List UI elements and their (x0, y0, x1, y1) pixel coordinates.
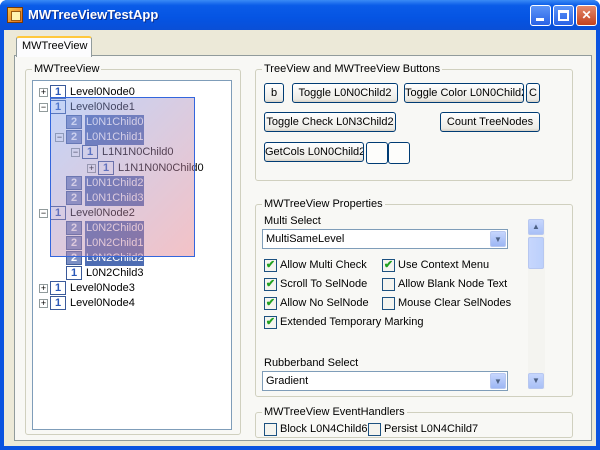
chevron-down-icon[interactable]: ▼ (490, 373, 506, 389)
minimize-button[interactable] (530, 5, 551, 26)
expand-icon[interactable]: + (39, 88, 48, 97)
multi-select-label: Multi Select (264, 215, 321, 227)
collapse-icon[interactable]: − (39, 103, 48, 113)
properties-group: MWTreeView Properties Multi Select Multi… (255, 198, 573, 397)
window-title: MWTreeViewTestApp (28, 7, 159, 22)
checkbox-label: Scroll To SelNode (280, 278, 368, 290)
close-button[interactable]: ✕ (576, 5, 597, 26)
tree-group-title: MWTreeView (32, 63, 102, 76)
checkbox-box[interactable] (382, 278, 395, 291)
checkbox-box[interactable]: ✔ (264, 259, 277, 272)
tree-node-label[interactable]: Level0Node3 (69, 281, 136, 296)
toggle-color-button[interactable]: Toggle Color L0N0Child2 (404, 83, 524, 103)
checkbox-label: Persist L0N4Child7 (384, 423, 479, 435)
tree-group: MWTreeView +1Level0Node0−1Level0Node12L0… (25, 63, 241, 435)
scroll-thumb[interactable] (528, 237, 544, 269)
checkbox-box[interactable]: ✔ (264, 278, 277, 291)
getcols-button[interactable]: GetCols L0N0Child2 (264, 142, 364, 162)
properties-scrollbar[interactable]: ▲ ▼ (528, 219, 545, 389)
tree-node-label[interactable]: L0N2Child3 (85, 266, 144, 281)
multi-select-value: MultiSameLevel (266, 233, 345, 245)
checkbox-box[interactable] (368, 423, 381, 436)
expand-icon[interactable]: + (39, 299, 48, 309)
app-window: MWTreeViewTestApp ✕ MWTreeView MWTreeVie… (0, 0, 600, 450)
checkbox-label: Allow Blank Node Text (398, 278, 508, 290)
color-swatch-2[interactable] (388, 142, 410, 164)
b-button[interactable]: b (264, 83, 284, 103)
checkbox-label: Mouse Clear SelNodes (398, 297, 512, 309)
color-swatch-1[interactable] (366, 142, 388, 164)
checkbox-label: Allow No SelNode (280, 297, 369, 309)
checkbox-box[interactable]: ✔ (382, 259, 395, 272)
chevron-down-icon[interactable]: ▼ (490, 231, 506, 247)
rubberband-select-label: Rubberband Select (264, 357, 359, 369)
rubberband-select-value: Gradient (266, 375, 309, 387)
close-icon: ✕ (581, 8, 592, 22)
multi-select-dropdown[interactable]: MultiSameLevel ▼ (262, 229, 508, 249)
node-level-icon: 1 (50, 296, 66, 311)
minimize-icon (536, 18, 544, 21)
buttons-group: TreeView and MWTreeView Buttons b Toggle… (255, 63, 573, 181)
c-button[interactable]: C (526, 83, 540, 103)
node-level-icon: 1 (50, 281, 66, 296)
toggle-l0n0child2-button[interactable]: Toggle L0N0Child2 (292, 83, 398, 103)
tree-node-label[interactable]: Level0Node4 (69, 296, 136, 311)
scroll-down-icon[interactable]: ▼ (528, 373, 544, 389)
properties-group-title: MWTreeView Properties (262, 198, 385, 211)
checkbox-box[interactable]: ✔ (264, 297, 277, 310)
rubberband-select-dropdown[interactable]: Gradient ▼ (262, 371, 508, 391)
checkbox-label: Use Context Menu (398, 259, 490, 271)
eventhandlers-group: MWTreeView EventHandlers Block L0N4Child… (255, 406, 573, 438)
checkbox-label: Allow Multi Check (280, 259, 367, 271)
client-area: MWTreeView MWTreeView +1Level0Node0−1Lev… (4, 30, 596, 446)
checkbox-label: Block L0N4Child6 (280, 423, 368, 435)
checkbox-box[interactable] (264, 423, 277, 436)
checkbox-box[interactable]: ✔ (264, 316, 277, 329)
collapse-icon[interactable]: − (39, 208, 48, 218)
count-treenodes-button[interactable]: Count TreeNodes (440, 112, 540, 132)
title-bar[interactable]: MWTreeViewTestApp ✕ (0, 0, 600, 30)
tree-view[interactable]: +1Level0Node0−1Level0Node12L0N1Child0−2L… (32, 80, 232, 430)
node-level-icon: 1 (66, 266, 82, 281)
checkbox-box[interactable] (382, 297, 395, 310)
toggle-check-button[interactable]: Toggle Check L0N3Child2 (264, 112, 396, 132)
app-icon[interactable] (7, 7, 23, 23)
eventhandlers-group-title: MWTreeView EventHandlers (262, 406, 407, 419)
expand-icon[interactable]: + (39, 284, 48, 294)
checkbox-label: Extended Temporary Marking (280, 316, 424, 328)
tab-page: MWTreeView +1Level0Node0−1Level0Node12L0… (14, 55, 592, 441)
tab-mwtreeview[interactable]: MWTreeView (16, 36, 92, 57)
rubberband-selection (50, 97, 195, 257)
scroll-up-icon[interactable]: ▲ (528, 219, 544, 235)
maximize-button[interactable] (553, 5, 574, 26)
maximize-icon (558, 10, 569, 21)
buttons-group-title: TreeView and MWTreeView Buttons (262, 63, 443, 76)
